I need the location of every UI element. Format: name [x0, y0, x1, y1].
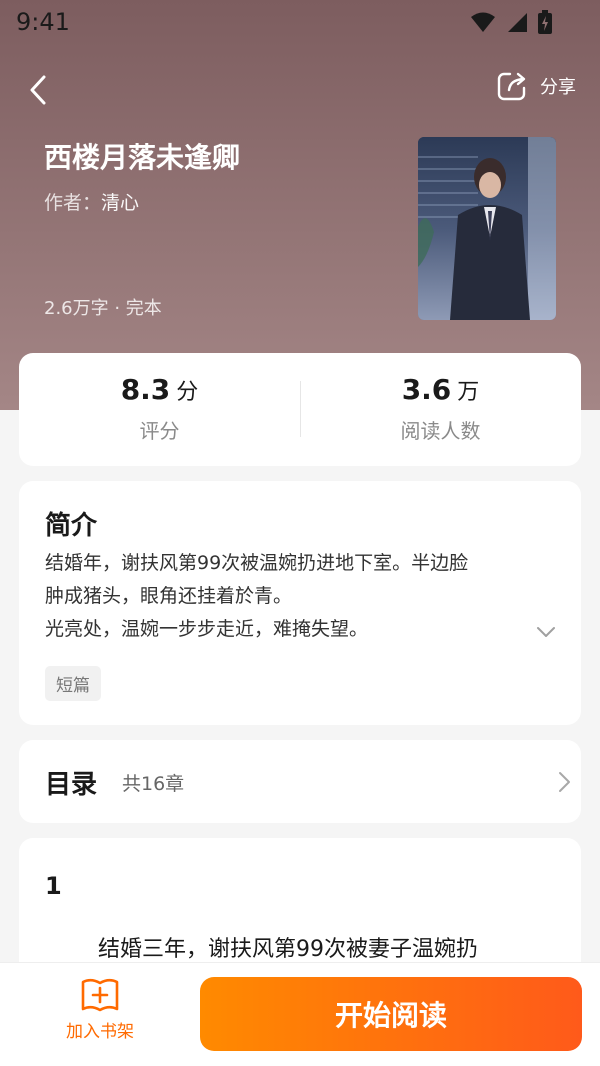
- rating-unit: 分: [176, 380, 199, 405]
- intro-line: 光亮处，温婉一步步走近，难掩失望。: [45, 618, 369, 640]
- wifi-icon: [471, 12, 495, 32]
- intro-line: 结婚年，谢扶风第99次被温婉扔进地下室。半边脸: [45, 552, 469, 574]
- readers-value: 3.6: [401, 373, 452, 406]
- share-label: 分享: [540, 77, 576, 98]
- intro-text: 结婚年，谢扶风第99次被温婉扔进地下室。半边脸 肿成猪头，眼角还挂着於青。 光亮…: [45, 547, 545, 646]
- chapter-number: 1: [45, 872, 62, 900]
- genre-tag[interactable]: 短篇: [45, 666, 101, 701]
- chevron-left-icon: [30, 75, 46, 105]
- add-to-shelf-label: 加入书架: [66, 1022, 134, 1042]
- chevron-right-icon: [559, 772, 570, 792]
- chevron-down-icon[interactable]: [535, 621, 557, 643]
- book-plus-icon: [81, 978, 119, 1012]
- readers-stat: 3.6 万 阅读人数: [300, 353, 581, 466]
- back-button[interactable]: [18, 68, 58, 112]
- intro-line: 肿成猪头，眼角还挂着於青。: [45, 585, 293, 607]
- status-icons: [470, 10, 552, 34]
- book-title: 西楼月落未逢卿: [44, 141, 241, 174]
- book-meta: 2.6万字 · 完本: [44, 298, 162, 319]
- toc-card[interactable]: 目录 共16章: [19, 740, 581, 823]
- chapter-text: 结婚三年，谢扶风第99次被妻子温婉扔: [98, 937, 478, 962]
- author-name[interactable]: 清心: [101, 192, 139, 214]
- rating-value-line: 8.3 分: [19, 373, 300, 406]
- start-reading-button[interactable]: 开始阅读: [200, 977, 582, 1051]
- book-author: 作者：清心: [44, 188, 139, 215]
- share-button[interactable]: 分享: [496, 70, 576, 102]
- readers-unit: 万: [457, 380, 480, 405]
- signal-icon: [508, 13, 527, 32]
- toc-title: 目录: [45, 770, 98, 800]
- bottom-action-bar: 加入书架 开始阅读: [0, 962, 600, 1066]
- author-label: 作者：: [44, 192, 102, 214]
- status-bar: 9:41: [0, 0, 600, 46]
- readers-label: 阅读人数: [400, 419, 481, 443]
- status-time: 9:41: [16, 8, 70, 36]
- stats-card: 8.3 分 评分 3.6 万 阅读人数: [19, 353, 581, 466]
- rating-stat: 8.3 分 评分: [19, 353, 300, 466]
- rating-label: 评分: [139, 419, 180, 443]
- cover-illustration: [418, 137, 556, 320]
- toc-chapter-count: 共16章: [122, 773, 185, 795]
- add-to-shelf-button[interactable]: 加入书架: [50, 977, 150, 1042]
- readers-value-line: 3.6 万: [300, 373, 581, 406]
- rating-value: 8.3: [120, 373, 171, 406]
- intro-title: 简介: [45, 511, 98, 541]
- book-cover: [418, 137, 556, 320]
- battery-icon: [538, 10, 552, 34]
- share-icon: [497, 72, 526, 101]
- intro-card[interactable]: 简介 结婚年，谢扶风第99次被温婉扔进地下室。半边脸 肿成猪头，眼角还挂着於青。…: [19, 481, 581, 725]
